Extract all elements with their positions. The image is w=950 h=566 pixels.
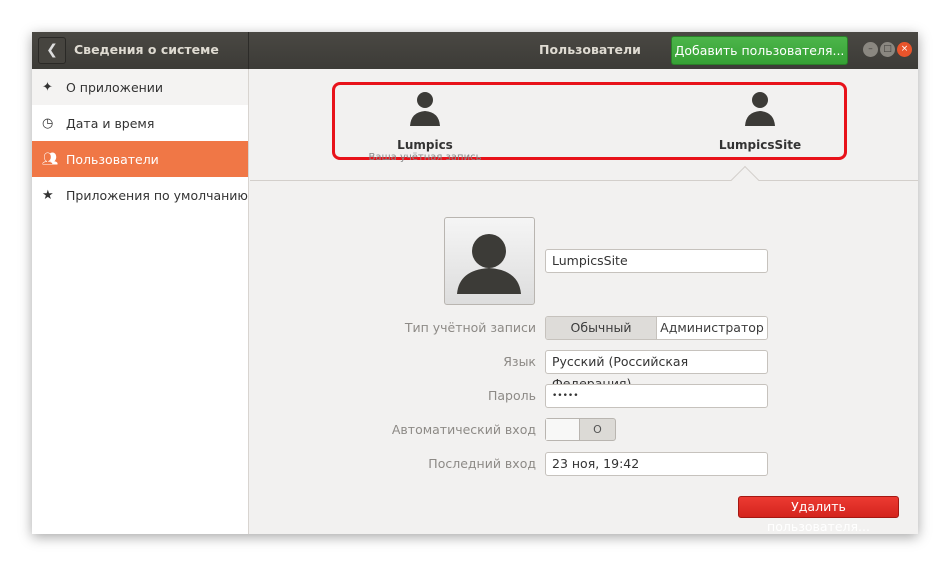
user-avatar-icon [457,234,521,294]
account-type-standard[interactable]: Обычный [546,317,657,339]
close-icon[interactable]: × [897,42,912,57]
account-type-label: Тип учётной записи [404,320,536,335]
account-type-admin[interactable]: Администратор [657,317,767,339]
back-button[interactable]: ❮ [38,37,66,64]
autologin-label: Автоматический вход [391,422,536,437]
user-lumpics[interactable]: Lumpics Ваша учётная запись [365,90,485,163]
user-photo-button[interactable] [444,217,535,305]
sparkle-icon: ✦ [42,79,53,95]
user-name: Lumpics [397,138,453,152]
sidebar: ✦ О приложении ◷ Дата и время 👥︎ Пользовате… [32,69,249,534]
header-bar: ❮ Сведения о системе Пользователи Добави… [32,32,918,69]
sidebar-item-label: Приложения по умолчанию [66,187,248,203]
user-name: LumpicsSite [718,138,802,152]
delete-user-button[interactable]: Удалить пользователя... [738,496,899,534]
sidebar-item-default-apps[interactable]: ★ Приложения по умолчанию [32,177,248,213]
selection-pointer [730,165,760,195]
users-icon: 👥︎ [42,151,59,167]
autologin-switch[interactable]: O [545,418,616,441]
sidebar-item-label: Пользователи [66,151,159,167]
user-avatar-icon [745,92,775,126]
star-icon: ★ [42,187,54,203]
sidebar-item-datetime[interactable]: ◷ Дата и время [32,105,248,141]
language-label: Язык [503,354,536,369]
user-subtitle: Ваша учётная запись [368,152,482,163]
maximize-icon[interactable]: □ [880,42,895,57]
switch-off-indicator: O [593,423,602,436]
user-avatar-icon [410,92,440,126]
password-button[interactable]: ••••• [545,384,768,408]
switch-knob [546,419,580,440]
minimize-icon[interactable]: – [863,42,878,57]
sidebar-item-label: О приложении [66,79,164,95]
language-button[interactable]: Русский (Российская Федерация) [545,350,768,391]
last-login-label: Последний вход [428,456,536,471]
clock-icon: ◷ [42,115,54,131]
last-login-button[interactable]: 23 ноя, 19:42 [545,452,768,476]
divider [250,180,918,181]
user-lumpicssite[interactable]: LumpicsSite [700,90,820,152]
sidebar-item-users[interactable]: 👥︎ Пользователи [32,141,248,177]
sidebar-item-label: Дата и время [66,115,155,131]
account-type-selector: Обычный Администратор [545,316,768,340]
sidebar-item-about[interactable]: ✦ О приложении [32,69,248,105]
settings-window: ❮ Сведения о системе Пользователи Добави… [32,32,918,534]
section-title: Сведения о системе [74,42,219,57]
username-field[interactable]: LumpicsSite [545,249,768,273]
page-title: Пользователи [539,42,641,57]
password-label: Пароль [488,388,536,403]
add-user-button[interactable]: Добавить пользователя... [671,36,848,65]
header-left: ❮ Сведения о системе [32,32,249,69]
